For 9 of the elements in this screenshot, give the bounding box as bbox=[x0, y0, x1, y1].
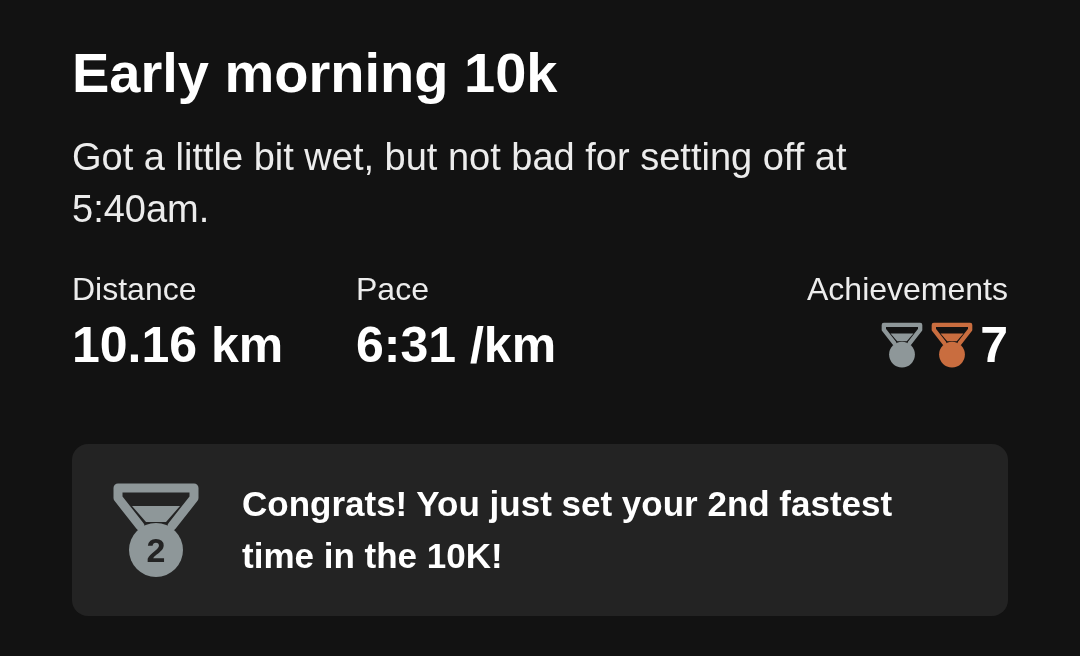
stat-value: 10.16 km bbox=[72, 316, 284, 375]
activity-description: Got a little bit wet, but not bad for setting off at 5:40am. bbox=[72, 135, 848, 232]
achievements-count: 7 bbox=[980, 316, 1008, 375]
achievement-message: Congrats! You just set your 2nd fastest time in the 10K! bbox=[242, 483, 894, 577]
stat-label: Distance bbox=[72, 270, 197, 309]
stat-label: Pace bbox=[356, 270, 429, 309]
activity-title: Early morning 10k bbox=[72, 40, 558, 106]
achievements-label: Achievements bbox=[807, 270, 1008, 309]
stat-value: 6:31 /km bbox=[356, 316, 557, 375]
